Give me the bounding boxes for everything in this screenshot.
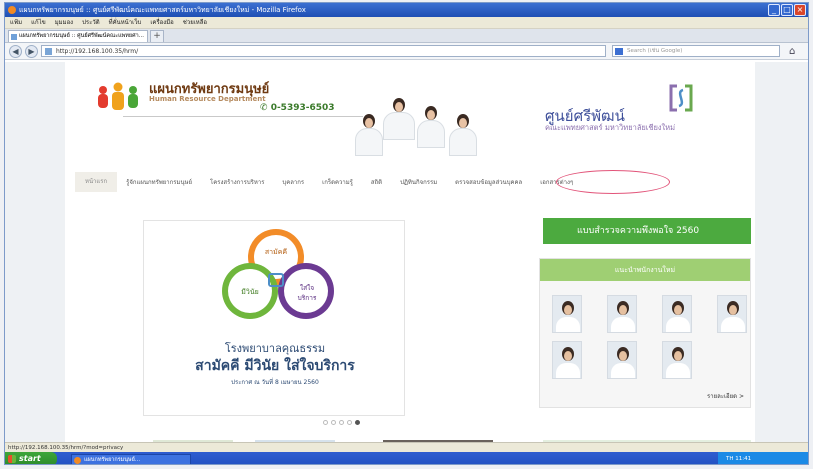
nav-structure[interactable]: โครงสร้างการบริหาร xyxy=(201,177,273,187)
read-more-link[interactable]: รายละเอียด > xyxy=(707,391,744,401)
survey-button[interactable]: แบบสำรวจความพึงพอใจ 2560 xyxy=(543,218,751,244)
windows-flag-icon xyxy=(8,455,16,463)
staff-thumbnail[interactable] xyxy=(552,295,582,333)
new-staff-photos xyxy=(552,295,747,379)
slider-dot[interactable] xyxy=(339,420,344,425)
venn-label-top: สามัคคี xyxy=(264,248,288,256)
values-venn-diagram: สามัคคี มีวินัย ใส่ใจ บริการ xyxy=(206,229,346,339)
nav-statistics[interactable]: สถิติ xyxy=(362,177,391,187)
start-button[interactable]: start xyxy=(5,452,57,464)
maximize-icon[interactable]: □ xyxy=(781,4,793,16)
forward-icon[interactable]: ▶ xyxy=(25,44,38,58)
task-label: แผนกทรัพยากรมนุษย์... xyxy=(84,456,141,463)
taskbar: start แผนกทรัพยากรมนุษย์... TH 11:41 xyxy=(5,452,808,464)
staff-thumbnail[interactable] xyxy=(607,295,637,333)
slider-pagination xyxy=(323,420,360,425)
tray-clock: TH 11:41 xyxy=(726,456,752,462)
header-divider xyxy=(123,116,363,117)
google-icon xyxy=(615,48,623,55)
menu-view[interactable]: มุมมอง xyxy=(55,17,73,28)
center-subtitle: คณะแพทยศาสตร์ มหาวิทยาลัยเชียงใหม่ xyxy=(545,123,676,132)
hr-logo-icon xyxy=(98,82,138,110)
hr-website: แผนกทรัพยากรมนุษย์ Human Resource Depart… xyxy=(65,62,755,442)
menu-help[interactable]: ช่วยเหลือ xyxy=(183,17,207,28)
sriphat-logo-icon xyxy=(669,84,693,112)
staff-photo xyxy=(417,106,445,148)
page-viewport: แผนกทรัพยากรมนุษย์ Human Resource Depart… xyxy=(5,62,808,442)
search-input[interactable]: Search (เช่น Google) xyxy=(612,45,780,57)
address-bar[interactable]: http://192.168.100.35/hrm/ xyxy=(41,45,606,57)
nav-personal-info[interactable]: ตรวจสอบข้อมูลส่วนบุคคล xyxy=(446,177,531,187)
staff-photo xyxy=(383,98,415,140)
status-url: http://192.168.100.35/hrm/?mod=privacy xyxy=(8,445,124,451)
phone-text: 0-5393-6503 xyxy=(270,103,335,113)
phone-number: ✆ 0-5393-6503 xyxy=(260,103,335,113)
nav-home[interactable]: หน้าแรก xyxy=(75,172,118,192)
slider-dot-active[interactable] xyxy=(355,420,360,425)
firefox-icon xyxy=(74,456,81,464)
tab-bar: แผนกทรัพยากรมนุษย์ :: ศูนย์ศรีพัฒน์คณะแพ… xyxy=(5,29,808,43)
highlight-annotation xyxy=(556,170,670,194)
slider-dot[interactable] xyxy=(323,420,328,425)
slider-dot[interactable] xyxy=(347,420,352,425)
new-staff-title: แนะนำพนักงานใหม่ xyxy=(540,259,750,281)
window-controls: _ □ × xyxy=(768,4,806,16)
taskbar-firefox-item[interactable]: แผนกทรัพยากรมนุษย์... xyxy=(71,453,191,464)
navigation-bar: ◀ ▶ http://192.168.100.35/hrm/ ☆ ▾ C Sea… xyxy=(5,43,808,60)
site-identity-icon xyxy=(45,48,52,55)
nav-knowledge[interactable]: เกร็ดความรู้ xyxy=(313,177,362,187)
back-icon[interactable]: ◀ xyxy=(9,44,22,58)
title-bar: แผนกทรัพยากรมนุษย์ :: ศูนย์ศรีพัฒน์คณะแพ… xyxy=(5,3,808,17)
firefox-icon xyxy=(8,6,16,14)
start-label: start xyxy=(19,454,41,463)
staff-photo xyxy=(449,114,477,156)
menu-bar: แฟ้ม แก้ไข มุมมอง ประวัติ ที่คั่นหน้าเว็… xyxy=(5,17,808,29)
staff-thumbnail[interactable] xyxy=(607,341,637,379)
slogan-date: ประกาศ ณ วันที่ 8 เมษายน 2560 xyxy=(231,379,319,386)
nav-about[interactable]: รู้จักแผนกทรัพยากรมนุษย์ xyxy=(117,177,201,187)
status-bar: http://192.168.100.35/hrm/?mod=privacy xyxy=(5,442,808,452)
close-icon[interactable]: × xyxy=(794,4,806,16)
tab-hr-page[interactable]: แผนกทรัพยากรมนุษย์ :: ศูนย์ศรีพัฒน์คณะแพ… xyxy=(8,30,148,42)
nav-personnel[interactable]: บุคลากร xyxy=(273,177,313,187)
slider-dot[interactable] xyxy=(331,420,336,425)
hr-subtitle: Human Resource Department xyxy=(149,95,266,103)
nav-calendar[interactable]: ปฏิทินกิจกรรม xyxy=(391,177,446,187)
banner-slider[interactable]: สามัคคี มีวินัย ใส่ใจ บริการ โรงพยาบาลคุ… xyxy=(143,220,405,416)
staff-thumbnail[interactable] xyxy=(552,341,582,379)
slogan-line-2: สามัคคี มีวินัย ใส่ใจบริการ xyxy=(195,358,355,374)
staff-photo xyxy=(355,114,383,156)
browser-window: แผนกทรัพยากรมนุษย์ :: ศูนย์ศรีพัฒน์คณะแพ… xyxy=(4,2,809,465)
venn-label-left: มีวินัย xyxy=(241,288,259,296)
staff-thumbnail[interactable] xyxy=(662,295,692,333)
menu-tools[interactable]: เครื่องมือ xyxy=(150,17,173,28)
search-placeholder: Search (เช่น Google) xyxy=(627,48,683,54)
new-staff-panel: แนะนำพนักงานใหม่ รายละเอียด > xyxy=(539,258,751,408)
menu-bookmarks[interactable]: ที่คั่นหน้าเว็บ xyxy=(109,17,142,28)
home-icon[interactable]: ⌂ xyxy=(789,46,795,57)
window-title: แผนกทรัพยากรมนุษย์ :: ศูนย์ศรีพัฒน์คณะแพ… xyxy=(19,6,306,14)
staff-thumbnail[interactable] xyxy=(717,295,747,333)
url-text: http://192.168.100.35/hrm/ xyxy=(56,48,139,55)
menu-history[interactable]: ประวัติ xyxy=(82,17,100,28)
page-favicon-icon xyxy=(11,34,17,40)
staff-thumbnail[interactable] xyxy=(662,341,692,379)
tab-label: แผนกทรัพยากรมนุษย์ :: ศูนย์ศรีพัฒน์คณะแพ… xyxy=(19,33,144,39)
menu-file[interactable]: แฟ้ม xyxy=(10,17,22,28)
sriphat-mini-logo-icon xyxy=(268,273,284,287)
venn-label-right: ใส่ใจ บริการ xyxy=(297,284,317,302)
new-tab-button[interactable]: + xyxy=(150,30,164,42)
minimize-icon[interactable]: _ xyxy=(768,4,780,16)
system-tray: TH 11:41 xyxy=(718,452,808,464)
menu-edit[interactable]: แก้ไข xyxy=(31,17,46,28)
